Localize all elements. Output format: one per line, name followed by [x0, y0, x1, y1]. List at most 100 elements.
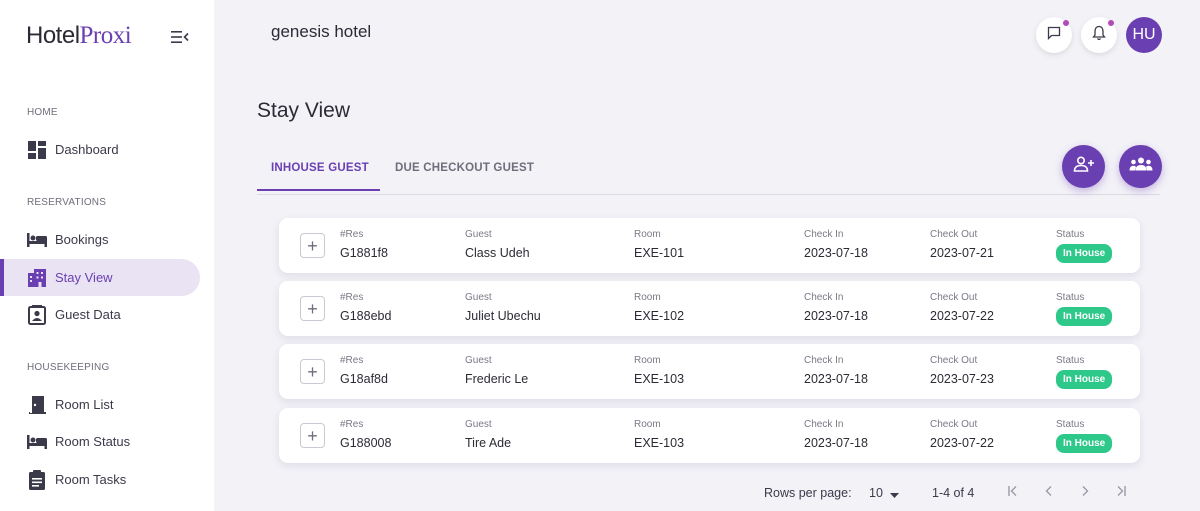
sidebar-item-label: Stay View	[55, 270, 113, 285]
notification-dot	[1063, 20, 1069, 26]
rows-per-page-label: Rows per page:	[764, 486, 852, 500]
id-card-icon	[27, 304, 47, 325]
tab-due-checkout-guest[interactable]: DUE CHECKOUT GUEST	[395, 162, 534, 174]
status-label: Status	[1056, 419, 1085, 430]
status-label: Status	[1056, 229, 1085, 240]
menu-collapse-icon[interactable]	[171, 30, 189, 44]
app-logo[interactable]: HotelProxi	[26, 22, 132, 50]
page-title: Stay View	[257, 99, 350, 122]
guest-label: Guest	[465, 229, 492, 240]
section-home: HOME	[27, 107, 58, 118]
guest-name: Tire Ade	[465, 436, 512, 450]
bell-icon	[1092, 25, 1106, 46]
sidebar-item-room-status[interactable]: Room Status	[0, 423, 200, 460]
room-label: Room	[634, 355, 661, 366]
status-label: Status	[1056, 355, 1085, 366]
chevron-left-icon	[1043, 484, 1055, 502]
res-label: #Res	[340, 292, 364, 303]
chat-icon	[1047, 26, 1061, 45]
check-in-date: 2023-07-18	[804, 246, 868, 260]
user-avatar[interactable]: HU	[1126, 17, 1162, 53]
room-number: EXE-103	[634, 372, 685, 386]
reservation-card: + #Res G188ebd Guest Juliet Ubechu Room EXE…	[279, 281, 1140, 336]
check-out-date: 2023-07-22	[930, 309, 994, 323]
check-in-label: Check In	[804, 419, 844, 430]
room-number: EXE-103	[634, 436, 685, 450]
check-in-label: Check In	[804, 355, 844, 366]
guest-label: Guest	[465, 292, 492, 303]
sidebar-item-label: Guest Data	[55, 307, 121, 322]
sidebar-item-bookings[interactable]: Bookings	[0, 221, 200, 258]
room-label: Room	[634, 419, 661, 430]
tab-active-indicator	[257, 189, 380, 191]
chevron-right-icon	[1079, 484, 1091, 502]
res-label: #Res	[340, 229, 364, 240]
add-guest-button[interactable]	[1062, 145, 1105, 188]
sidebar-item-room-list[interactable]: Room List	[0, 386, 200, 423]
sidebar-item-dashboard[interactable]: Dashboard	[0, 131, 200, 168]
plus-icon: +	[307, 235, 318, 256]
guest-name: Frederic Le	[465, 372, 529, 386]
plus-icon: +	[307, 298, 318, 319]
sidebar-item-label: Bookings	[55, 232, 109, 247]
room-label: Room	[634, 292, 661, 303]
check-in-date: 2023-07-18	[804, 436, 868, 450]
notifications-button[interactable]	[1081, 17, 1117, 53]
check-out-date: 2023-07-22	[930, 436, 994, 450]
add-user-icon	[1073, 156, 1095, 177]
check-in-date: 2023-07-18	[804, 309, 868, 323]
previous-page-button[interactable]	[1040, 484, 1058, 502]
logo-text-hotel: Hotel	[26, 22, 80, 49]
plus-icon: +	[307, 425, 318, 446]
check-out-date: 2023-07-21	[930, 246, 994, 260]
res-label: #Res	[340, 419, 364, 430]
res-number: G188008	[340, 436, 392, 450]
res-number: G18af8d	[340, 372, 388, 386]
section-reservations: RESERVATIONS	[27, 197, 107, 208]
sidebar-item-guest-data[interactable]: Guest Data	[0, 296, 200, 333]
res-number: G1881f8	[340, 246, 388, 260]
sidebar-item-label: Room List	[55, 397, 114, 412]
check-in-date: 2023-07-18	[804, 372, 868, 386]
building-icon	[27, 268, 47, 288]
last-page-button[interactable]	[1112, 484, 1130, 502]
plus-icon: +	[307, 361, 318, 382]
sidebar-item-stay-view[interactable]: Stay View	[0, 259, 200, 296]
check-in-label: Check In	[804, 292, 844, 303]
rows-per-page-value: 10	[869, 486, 883, 500]
group-guests-button[interactable]	[1119, 145, 1162, 188]
first-page-button[interactable]	[1004, 484, 1022, 502]
rows-per-page-select[interactable]: 10	[869, 486, 900, 501]
sidebar-item-room-tasks[interactable]: Room Tasks	[0, 461, 200, 498]
reservation-card: + #Res G1881f8 Guest Class Udeh Room EXE-10…	[279, 218, 1140, 273]
check-in-label: Check In	[804, 229, 844, 240]
status-label: Status	[1056, 292, 1085, 303]
door-icon	[27, 395, 47, 415]
expand-row-button[interactable]: +	[300, 359, 325, 384]
check-out-date: 2023-07-23	[930, 372, 994, 386]
notification-dot	[1108, 20, 1114, 26]
expand-row-button[interactable]: +	[300, 233, 325, 258]
expand-row-button[interactable]: +	[300, 423, 325, 448]
status-badge: In House	[1056, 434, 1113, 453]
guest-label: Guest	[465, 355, 492, 366]
sidebar: HotelProxi HOME Dashboard RESERVATIONS B…	[0, 0, 214, 511]
sidebar-item-label: Dashboard	[55, 142, 119, 157]
tab-inhouse-guest[interactable]: INHOUSE GUEST	[271, 162, 369, 174]
last-page-icon	[1115, 484, 1127, 502]
room-number: EXE-102	[634, 309, 685, 323]
check-out-label: Check Out	[930, 229, 978, 240]
tabs-divider	[257, 194, 1160, 195]
sidebar-item-label: Room Status	[55, 434, 131, 449]
messages-button[interactable]	[1036, 17, 1072, 53]
res-number: G188ebd	[340, 309, 392, 323]
reservation-card: + #Res G18af8d Guest Frederic Le Room EXE-1…	[279, 344, 1140, 399]
expand-row-button[interactable]: +	[300, 296, 325, 321]
hotel-name: genesis hotel	[271, 22, 372, 41]
next-page-button[interactable]	[1076, 484, 1094, 502]
bed-icon	[27, 230, 47, 250]
logo-text-proxi: Proxi	[79, 22, 132, 49]
dashboard-icon	[27, 140, 47, 160]
status-badge: In House	[1056, 370, 1113, 389]
clipboard-icon	[27, 469, 47, 490]
